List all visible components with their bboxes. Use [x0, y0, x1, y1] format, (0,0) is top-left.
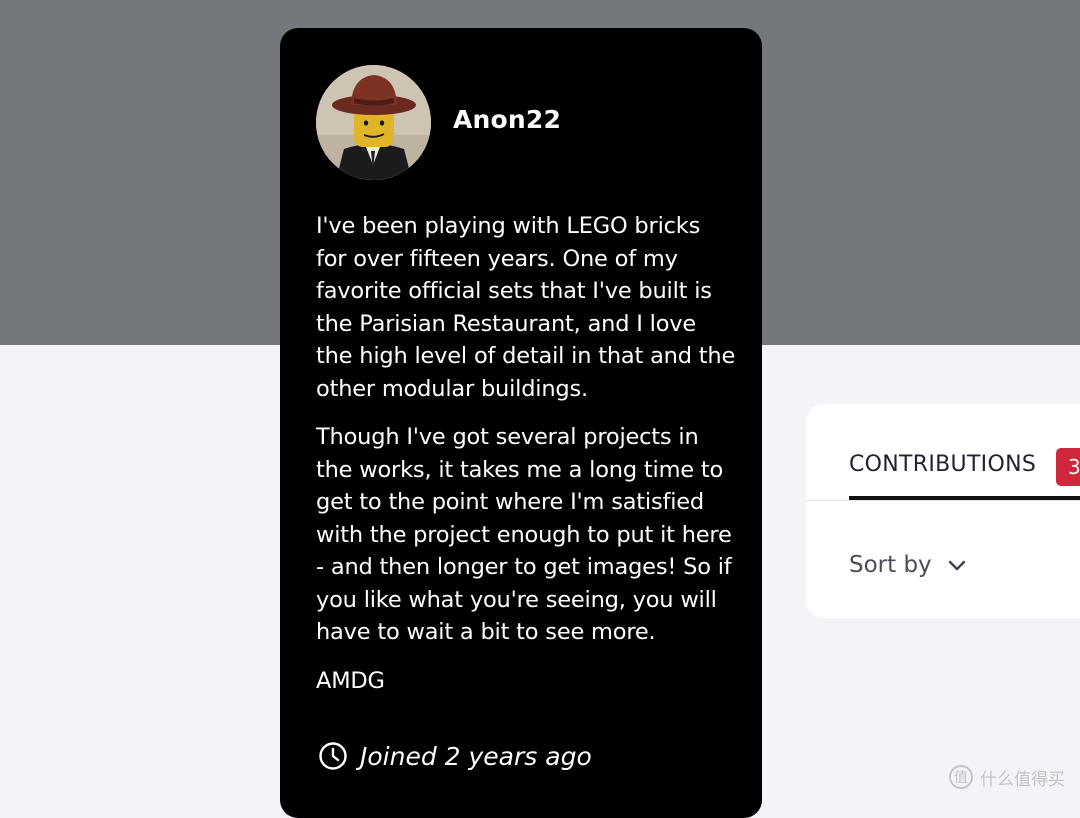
avatar[interactable] [316, 65, 431, 180]
sort-dropdown[interactable]: Sort by [849, 552, 968, 578]
watermark-text: 什么值得买 [980, 769, 1065, 790]
joined-date: Joined 2 years ago [318, 741, 592, 771]
contributions-count-badge: 3 [1056, 448, 1080, 486]
bio-signature: AMDG [316, 667, 385, 694]
bio-paragraph: I've been playing with LEGO bricks for o… [316, 213, 736, 402]
bio: I've been playing with LEGO bricks for o… [316, 210, 736, 713]
watermark-logo-icon: 值 [949, 765, 973, 789]
clock-icon [319, 742, 347, 770]
chevron-down-icon [948, 560, 965, 571]
username: Anon22 [453, 105, 562, 134]
tab-contributions[interactable]: CONTRIBUTIONS [849, 452, 1036, 477]
sort-label: Sort by [849, 552, 932, 578]
svg-text:值: 值 [954, 770, 968, 786]
watermark: 值 什么值得买 [948, 764, 1065, 790]
bio-paragraph: Though I've got several projects in the … [316, 424, 732, 645]
profile-card: Anon22 I've been playing with LEGO brick… [280, 28, 762, 818]
lego-minifigure-avatar [316, 65, 431, 180]
joined-label: Joined 2 years ago [360, 741, 592, 771]
tab-divider [806, 500, 1080, 501]
contributions-panel: CONTRIBUTIONS 3 Sort by [806, 404, 1080, 618]
